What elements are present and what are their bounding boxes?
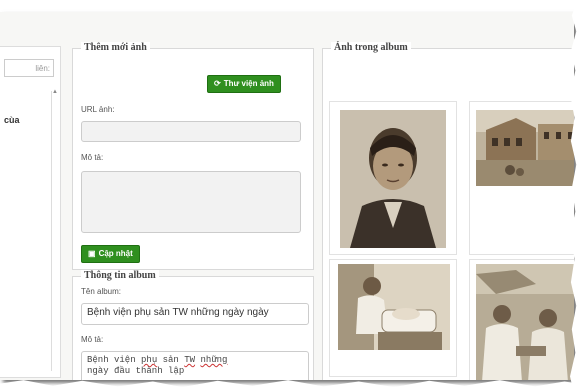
album-photos-legend: Ảnh trong album (331, 42, 411, 53)
description-textarea[interactable] (81, 171, 301, 233)
torn-edge-bottom (0, 380, 588, 392)
add-photo-legend: Thêm mới ảnh (81, 42, 150, 53)
album-photos-panel: Ảnh trong album (322, 42, 574, 380)
photo-library-button[interactable]: ⟳ Thư viện ảnh (207, 75, 281, 93)
url-label: URL ảnh: (81, 105, 115, 114)
album-photo-2[interactable] (469, 101, 574, 255)
album-name-input[interactable]: Bệnh viện phụ sản TW những ngày ngày (81, 303, 309, 325)
album-sidebar: liên: ▲ cùa (0, 46, 61, 378)
lab-workers-photo (476, 264, 574, 380)
update-label: Cập nhật (98, 249, 133, 258)
nurse-photo (338, 264, 450, 350)
url-input[interactable] (81, 121, 301, 142)
page-canvas: liên: ▲ cùa Thêm mới ảnh ⟳ Thư viện ảnh … (0, 12, 574, 380)
refresh-icon: ⟳ (214, 79, 221, 88)
description-label: Mô tả: (81, 153, 104, 162)
scroll-up-icon[interactable]: ▲ (52, 89, 58, 95)
update-button[interactable]: ▣ Cập nhật (81, 245, 140, 263)
album-info-legend: Thông tin album (81, 270, 159, 281)
album-photo-3[interactable] (329, 259, 457, 377)
add-photo-panel: Thêm mới ảnh ⟳ Thư viện ảnh URL ảnh: Mô … (72, 42, 314, 270)
sidebar-search-input[interactable]: liên: (4, 59, 54, 77)
album-description-line1: Bệnh viện phụ sản TW những (87, 355, 228, 365)
album-photo-4[interactable] (469, 259, 574, 380)
save-icon: ▣ (88, 249, 96, 258)
sidebar-item[interactable]: cùa (4, 115, 20, 125)
album-info-panel: Thông tin album Tên album: Bệnh viện phụ… (72, 270, 314, 380)
album-description-line2: ngày đầu thành lập (87, 366, 185, 376)
album-description-textarea[interactable]: Bệnh viện phụ sản TW những ngày đầu thàn… (81, 351, 309, 380)
album-description-label: Mô tả: (81, 335, 104, 344)
photo-library-label: Thư viện ảnh (223, 79, 274, 88)
portrait-photo (340, 110, 446, 248)
album-name-label: Tên album: (81, 287, 122, 296)
sidebar-scrollbar[interactable]: ▲ (51, 89, 58, 371)
building-photo (476, 110, 574, 186)
album-photo-1[interactable] (329, 101, 457, 255)
